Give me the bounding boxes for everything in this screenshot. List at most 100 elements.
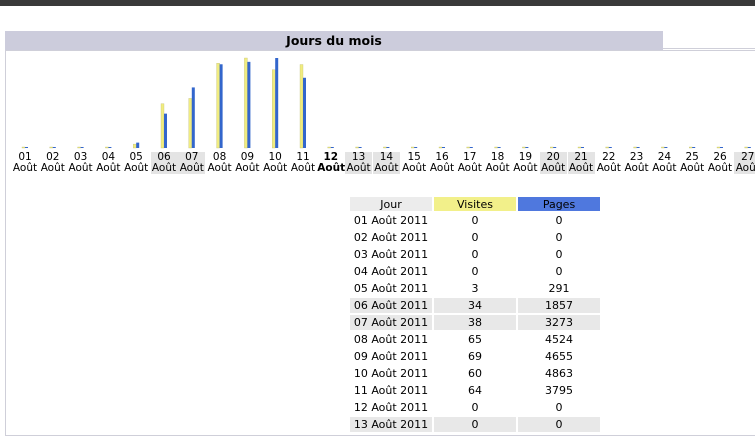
cell-day: 13 Août 2011 <box>350 417 432 432</box>
table-row: 04 Août 2011 0 0 <box>350 264 600 279</box>
cell-pages: 3273 <box>518 315 600 330</box>
table-row: 09 Août 2011 69 4655 <box>350 349 600 364</box>
month-label: Août <box>207 162 232 174</box>
cell-visits: 0 <box>471 248 479 261</box>
month-label: Août <box>402 162 427 174</box>
bar-pages-17 <box>469 147 473 148</box>
table-row: 13 Août 2011 0 0 <box>350 417 600 432</box>
month-label: Août <box>124 162 149 174</box>
section-title: Jours du mois <box>5 31 663 50</box>
cell-visits: 0 <box>471 231 479 244</box>
bar-visits-05 <box>133 143 137 149</box>
bar-visits-16 <box>438 146 443 149</box>
cell-visits: 60 <box>468 367 482 380</box>
bar-visits-17 <box>466 146 470 149</box>
table-row: 07 Août 2011 38 3273 <box>350 315 600 330</box>
day-label-16: 16 Août <box>429 152 456 174</box>
month-label: Août <box>68 162 93 174</box>
bar-visits-07 <box>188 98 192 149</box>
bar-visits-03 <box>77 146 81 149</box>
bar-pages-26 <box>720 147 723 148</box>
month-label: Août <box>513 162 538 174</box>
day-label-17: 17 Août <box>456 152 483 174</box>
cell-visits: 64 <box>468 384 482 397</box>
day-label-04: 04 Août <box>95 152 122 174</box>
day-label-25: 25 Août <box>679 152 706 174</box>
bar-visits-21 <box>577 146 582 149</box>
month-label: Août <box>568 162 594 174</box>
bar-visits-26 <box>716 146 721 149</box>
day-label-07: 07 Août <box>178 152 206 174</box>
month-label: Août <box>317 162 346 174</box>
day-label-03: 03 Août <box>67 152 94 174</box>
day-label-09: 09 Août <box>234 152 261 174</box>
cell-pages: 0 <box>555 401 563 414</box>
bar-visits-24 <box>661 146 665 149</box>
bar-pages-03 <box>80 147 84 148</box>
cell-day: 03 Août 2011 <box>353 248 429 261</box>
cell-pages: 0 <box>555 248 563 261</box>
bar-pages-05 <box>136 142 140 148</box>
table-row: 06 Août 2011 34 1857 <box>350 298 600 313</box>
month-label: Août <box>652 162 677 174</box>
cell-day: 02 Août 2011 <box>353 231 429 244</box>
bar-pages-18 <box>497 147 501 148</box>
bar-pages-27 <box>747 147 751 148</box>
day-label-05: 05 Août <box>123 152 150 174</box>
day-label-06: 06 Août <box>150 152 178 174</box>
bar-visits-19 <box>522 146 526 149</box>
bar-pages-06 <box>164 113 167 148</box>
bar-visits-06 <box>160 103 165 149</box>
month-label: Août <box>457 162 482 174</box>
table-row: 12 Août 2011 0 0 <box>350 400 600 415</box>
month-label: Août <box>707 162 733 174</box>
day-label-01: 01 Août <box>12 152 39 174</box>
cell-visits: 3 <box>471 282 479 295</box>
cell-visits: 0 <box>471 401 479 414</box>
bar-visits-08 <box>216 63 220 149</box>
cell-pages: 0 <box>555 214 563 227</box>
table-row: 10 Août 2011 60 4863 <box>350 366 600 381</box>
bar-pages-12 <box>330 147 334 148</box>
bar-pages-20 <box>553 147 557 148</box>
cell-visits: 69 <box>468 350 482 363</box>
cell-day: 07 Août 2011 <box>350 315 432 330</box>
bar-pages-22 <box>608 147 612 148</box>
cell-visits: 0 <box>471 265 479 278</box>
day-label-10: 10 Août <box>262 152 289 174</box>
cell-pages: 4524 <box>545 333 573 346</box>
cell-visits: 65 <box>468 333 482 346</box>
cell-day: 10 Août 2011 <box>353 367 429 380</box>
header-day: Jour <box>350 197 432 211</box>
header-pages: Pages <box>518 197 600 211</box>
bar-visits-02 <box>49 146 53 149</box>
table-row: 05 Août 2011 3 291 <box>350 281 600 296</box>
bar-visits-01 <box>21 146 26 149</box>
day-label-23: 23 Août <box>623 152 650 174</box>
header-visits: Visites <box>434 197 516 211</box>
cell-pages: 0 <box>555 231 563 244</box>
cell-visits: 0 <box>434 417 516 432</box>
table-row: 02 Août 2011 0 0 <box>350 230 600 245</box>
day-label-24: 24 Août <box>651 152 678 174</box>
cell-pages: 4655 <box>545 350 573 363</box>
table-row: 11 Août 2011 64 3795 <box>350 383 600 398</box>
month-label: Août <box>263 162 288 174</box>
bar-pages-14 <box>386 147 390 148</box>
month-label: Août <box>235 162 260 174</box>
cell-day: 09 Août 2011 <box>353 350 429 363</box>
day-label-20: 20 Août <box>539 152 567 174</box>
bar-pages-15 <box>414 147 418 148</box>
cell-day: 01 Août 2011 <box>353 214 429 227</box>
day-label-08: 08 Août <box>206 152 233 174</box>
bar-visits-27 <box>744 146 748 149</box>
day-label-14: 14 Août <box>372 152 400 174</box>
cell-pages: 0 <box>518 417 600 432</box>
month-label: Août <box>374 162 399 174</box>
bar-pages-09 <box>247 61 251 149</box>
day-label-19: 19 Août <box>512 152 539 174</box>
cell-day: 05 Août 2011 <box>353 282 429 295</box>
cell-pages: 3795 <box>545 384 573 397</box>
cell-pages: 291 <box>548 282 570 295</box>
bar-visits-22 <box>605 146 609 149</box>
